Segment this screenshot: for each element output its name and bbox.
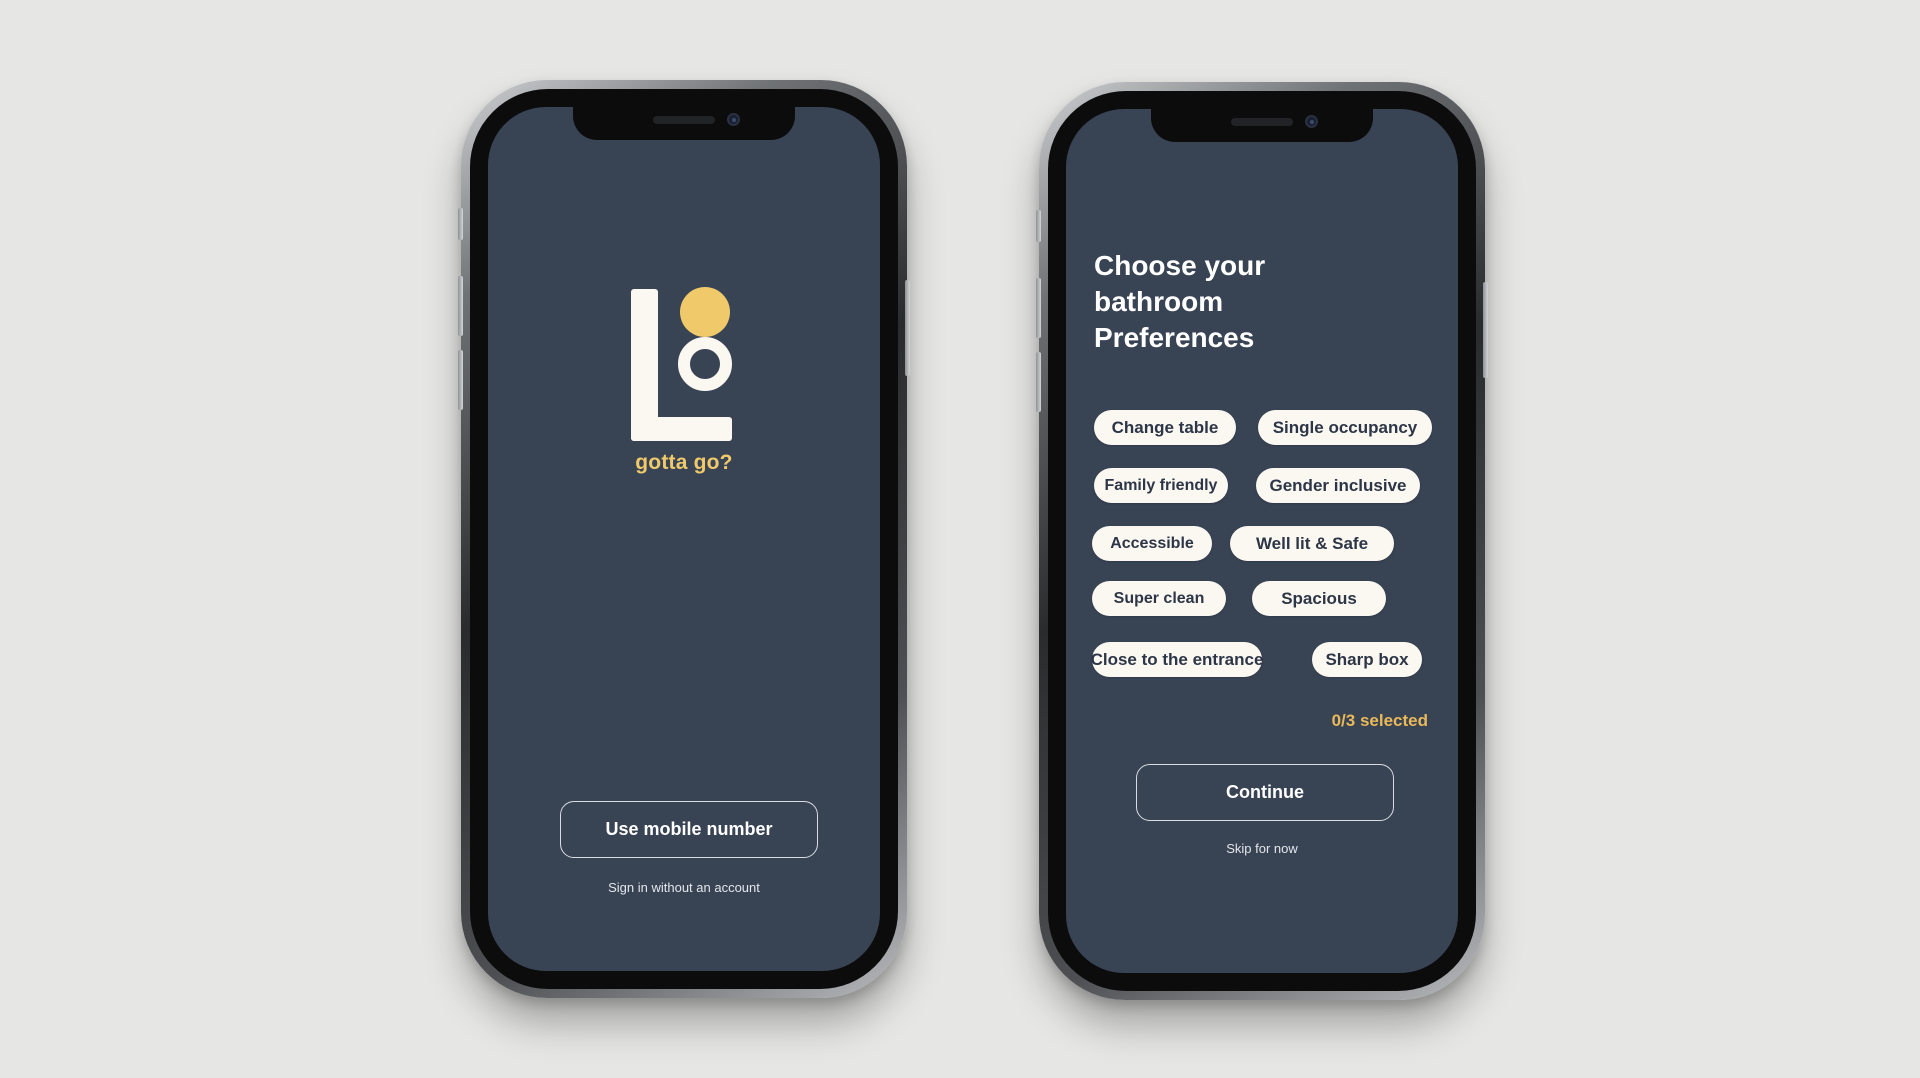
- skip-for-now-link[interactable]: Skip for now: [1066, 841, 1458, 856]
- chip-spacious[interactable]: Spacious: [1252, 581, 1386, 616]
- chip-accessible[interactable]: Accessible: [1092, 526, 1212, 561]
- chip-gender-inclusive[interactable]: Gender inclusive: [1256, 468, 1420, 503]
- front-camera-icon: [727, 113, 740, 126]
- chip-single-occupancy[interactable]: Single occupancy: [1258, 410, 1432, 445]
- speaker-grille: [653, 116, 715, 124]
- front-camera-icon: [1305, 115, 1318, 128]
- use-mobile-number-button[interactable]: Use mobile number: [560, 801, 818, 858]
- continue-button[interactable]: Continue: [1136, 764, 1394, 821]
- lo-logo-icon: [631, 287, 732, 441]
- page-title-line-3: Preferences: [1094, 322, 1255, 353]
- side-button-power: [905, 280, 910, 376]
- page-title-line-2: bathroom: [1094, 286, 1224, 317]
- welcome-screen: gotta go? Use mobile number Sign in with…: [488, 107, 880, 971]
- chip-sharp-box[interactable]: Sharp box: [1312, 642, 1422, 677]
- sign-in-without-account-link[interactable]: Sign in without an account: [488, 880, 880, 895]
- chip-family-friendly[interactable]: Family friendly: [1094, 468, 1228, 503]
- side-button-volume-down: [458, 350, 463, 410]
- tagline: gotta go?: [635, 451, 733, 474]
- side-button-silent: [458, 208, 463, 240]
- chip-super-clean[interactable]: Super clean: [1092, 581, 1226, 616]
- page-title: Choose your bathroom Preferences: [1094, 248, 1334, 356]
- preferences-screen: Choose your bathroom Preferences Change …: [1066, 109, 1458, 973]
- page-title-line-1: Choose your: [1094, 250, 1266, 281]
- chip-close-to-entrance[interactable]: Close to the entrance: [1091, 642, 1263, 677]
- side-button-power: [1483, 282, 1488, 378]
- side-button-volume-down: [1036, 352, 1041, 412]
- selection-counter: 0/3 selected: [1331, 711, 1428, 730]
- chip-well-lit-safe[interactable]: Well lit & Safe: [1230, 526, 1394, 561]
- side-button-silent: [1036, 210, 1041, 242]
- notch: [1151, 109, 1373, 142]
- side-button-volume-up: [1036, 278, 1041, 338]
- chip-change-table[interactable]: Change table: [1094, 410, 1236, 445]
- side-button-volume-up: [458, 276, 463, 336]
- notch: [573, 107, 795, 140]
- phone-welcome: gotta go? Use mobile number Sign in with…: [458, 80, 910, 998]
- speaker-grille: [1231, 118, 1293, 126]
- phone-preferences: Choose your bathroom Preferences Change …: [1036, 82, 1488, 1000]
